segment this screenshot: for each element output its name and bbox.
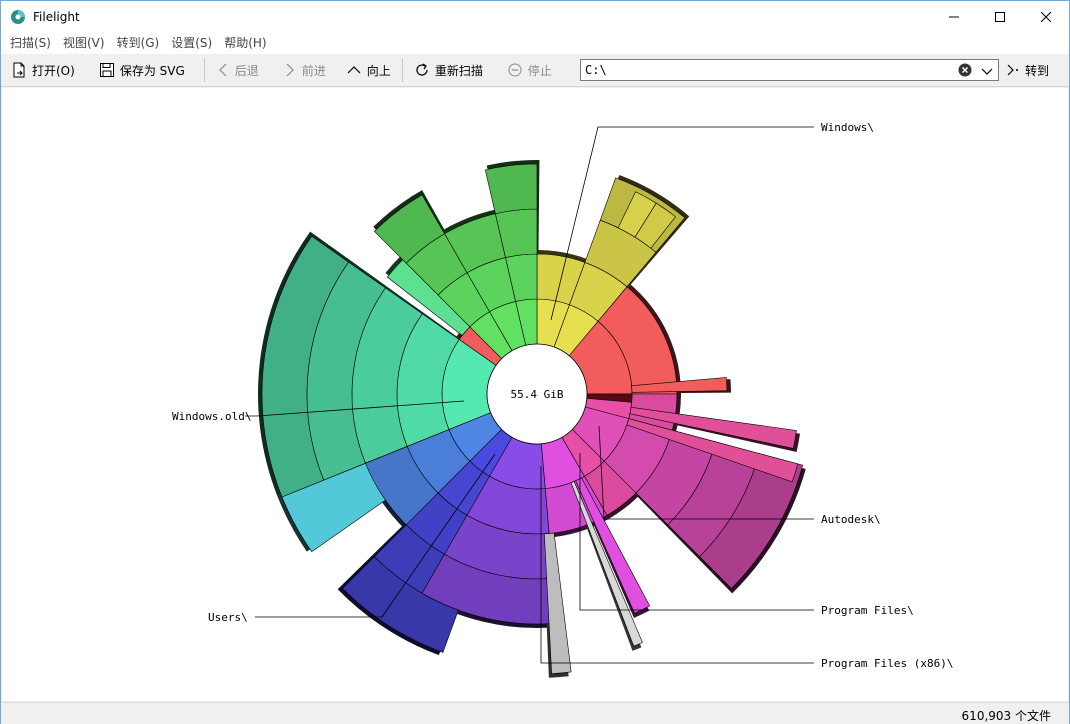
center-size-label: 55.4 GiB	[511, 388, 564, 401]
label-program-files-x86: Program Files (x86)\	[821, 657, 953, 670]
goto-button[interactable]: 转到	[1005, 59, 1049, 81]
toolbar-separator	[401, 58, 403, 82]
chevron-up-icon	[347, 66, 361, 74]
up-label: 向上	[366, 63, 391, 78]
forward-button[interactable]: 前进	[276, 56, 333, 84]
back-label: 后退	[234, 63, 259, 78]
window-title: Filelight	[33, 9, 80, 24]
save-svg-button[interactable]: 保存为 SVG	[92, 56, 192, 84]
label-windows-old: Windows.old\	[172, 410, 251, 423]
stop-button[interactable]: 停止	[500, 56, 559, 84]
menu-view[interactable]: 视图(V)	[57, 32, 111, 54]
up-button[interactable]: 向上	[339, 56, 398, 84]
maximize-icon	[995, 11, 1005, 22]
menu-scan[interactable]: 扫描(S)	[4, 32, 57, 54]
chevron-left-icon	[218, 63, 227, 77]
close-button[interactable]	[1023, 1, 1069, 32]
chevron-down-icon[interactable]	[980, 64, 994, 78]
segment-green-b-ring-4[interactable]	[484, 163, 538, 215]
save-svg-label: 保存为 SVG	[119, 63, 185, 78]
refresh-icon	[416, 63, 428, 76]
rescan-button[interactable]: 重新扫描	[407, 56, 490, 84]
file-count: 610,903 个文件	[961, 709, 1051, 723]
path-combobox[interactable]	[580, 59, 999, 81]
menu-go[interactable]: 转到(G)	[111, 32, 166, 54]
toolbar-separator	[203, 58, 205, 82]
toolbar: 打开(O) 保存为 SVG 后退 前进 向上 重新扫描 停止 C:\ 转到	[1, 54, 1069, 87]
radial-map-canvas: 55.4 GiB Windows\ Windows.old\ Users\ Au…	[2, 88, 1068, 701]
label-windows: Windows\	[821, 121, 874, 134]
goto-label: 转到	[1025, 63, 1050, 78]
close-icon	[1041, 11, 1051, 22]
label-autodesk: Autodesk\	[821, 513, 881, 526]
forward-label: 前进	[301, 63, 326, 78]
open-file-icon	[13, 62, 25, 78]
back-button[interactable]: 后退	[209, 56, 266, 84]
menu-bar: 扫描(S) 视图(V) 转到(G) 设置(S) 帮助(H)	[1, 32, 1069, 54]
minimize-icon	[949, 16, 959, 17]
minimize-button[interactable]	[931, 1, 977, 32]
path-input[interactable]	[581, 61, 941, 79]
title-bar: Filelight	[1, 1, 1069, 32]
save-icon	[99, 63, 114, 77]
maximize-button[interactable]	[977, 1, 1023, 32]
menu-settings[interactable]: 设置(S)	[165, 32, 218, 54]
chevron-right-icon	[286, 63, 294, 77]
filelight-app-icon	[11, 9, 25, 24]
filelight-window: Filelight 扫描(S) 视图(V) 转到(G) 设置(S) 帮助(H)	[0, 0, 1070, 724]
stop-label: 停止	[527, 63, 552, 78]
radial-map[interactable]: 55.4 GiB Windows\ Windows.old\ Users\ Au…	[2, 88, 1068, 701]
open-button[interactable]: 打开(O)	[4, 56, 82, 84]
status-bar: 610,903 个文件	[1, 702, 1069, 724]
goto-arrow-icon	[1007, 64, 1018, 76]
clear-icon[interactable]	[958, 63, 972, 77]
stop-icon	[508, 63, 522, 77]
menu-help[interactable]: 帮助(H)	[218, 32, 272, 54]
open-label: 打开(O)	[32, 63, 75, 78]
label-program-files: Program Files\	[821, 604, 914, 617]
label-users: Users\	[208, 611, 248, 624]
rescan-label: 重新扫描	[434, 63, 483, 78]
